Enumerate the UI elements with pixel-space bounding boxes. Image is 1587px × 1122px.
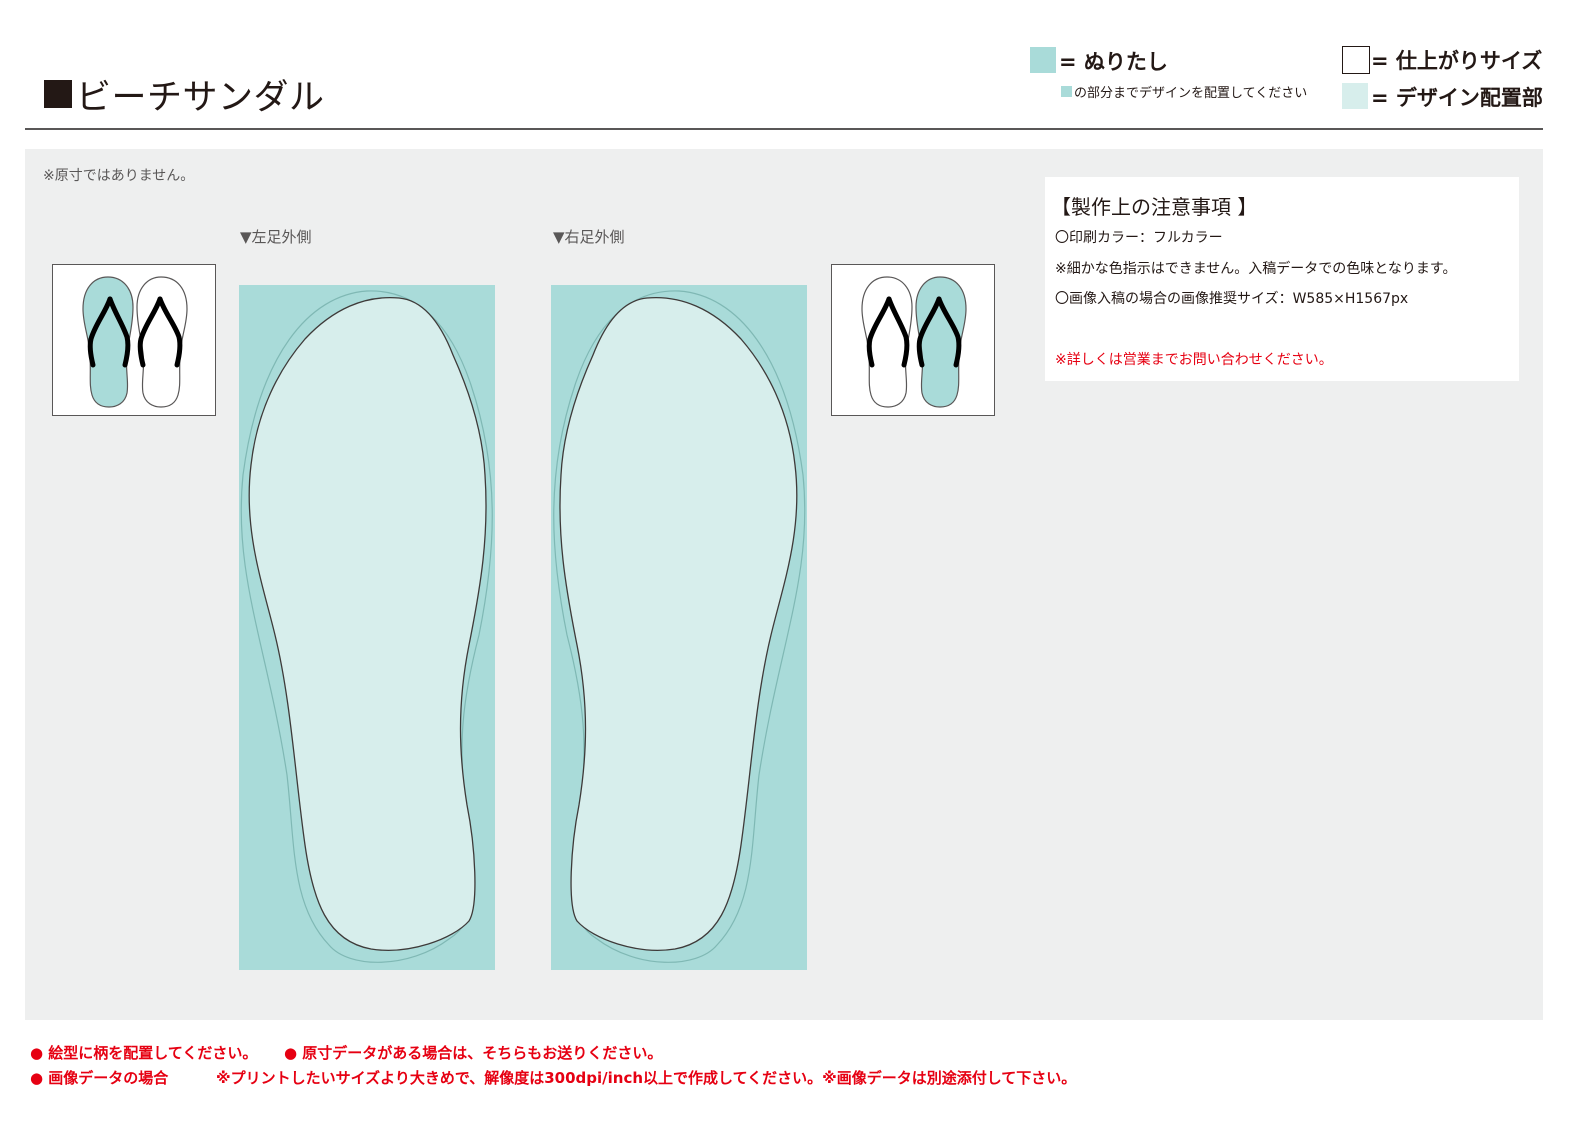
- footer-note-place-pattern: ● 絵型に柄を配置してください。: [30, 1044, 258, 1062]
- note-image-size: 〇画像入稿の場合の画像推奨サイズ：W585×H1567px: [1055, 291, 1409, 307]
- right-foot-label: ▼右足外側: [553, 228, 625, 246]
- bleed-swatch: [1030, 47, 1056, 73]
- bleed-legend-note: の部分までデザインを配置してください: [1061, 82, 1307, 101]
- bleed-legend-label: = ぬりたし: [1059, 50, 1168, 74]
- bleed-mini-swatch: [1061, 86, 1072, 97]
- footer-note-original-data: ● 原寸データがある場合は、そちらもお送りください。: [284, 1044, 663, 1062]
- right-foot-template: [551, 285, 807, 970]
- right-sandal-thumbnail: [831, 264, 995, 416]
- note-color-spec: ※細かな色指示はできません。入稿データでの色味となります。: [1055, 261, 1457, 277]
- page-title-text: ビーチサンダル: [76, 77, 325, 118]
- notes-title: 【製作上の注意事項 】: [1051, 195, 1258, 219]
- design-area-legend-label: = デザイン配置部: [1371, 86, 1543, 110]
- page-title: ビーチサンダル: [44, 72, 325, 118]
- scale-note: ※原寸ではありません。: [43, 168, 195, 184]
- right-sandal-highlight-icon: [861, 276, 967, 408]
- left-foot-label: ▼左足外側: [240, 228, 312, 246]
- design-area-swatch: [1342, 83, 1368, 109]
- left-sandal-highlight-icon: [82, 276, 188, 408]
- footer-note-resolution: ※プリントしたいサイズより大きめで、解像度は300dpi/inch以上で作成して…: [216, 1069, 1077, 1087]
- black-square-icon: [44, 80, 72, 108]
- finish-size-legend-label: = 仕上がりサイズ: [1371, 49, 1543, 73]
- left-sandal-thumbnail: [52, 264, 216, 416]
- header-divider: [25, 128, 1543, 130]
- bleed-legend-note-text: の部分までデザインを配置してください: [1074, 86, 1308, 101]
- note-contact: ※詳しくは営業までお問い合わせください。: [1055, 352, 1333, 368]
- note-print-color: 〇印刷カラー：フルカラー: [1055, 230, 1223, 246]
- footer-note-image-data: ● 画像データの場合: [30, 1069, 169, 1087]
- finish-size-swatch: [1342, 46, 1370, 74]
- left-foot-template: [239, 285, 495, 970]
- production-notes-box: 【製作上の注意事項 】 〇印刷カラー：フルカラー ※細かな色指示はできません。入…: [1045, 177, 1519, 381]
